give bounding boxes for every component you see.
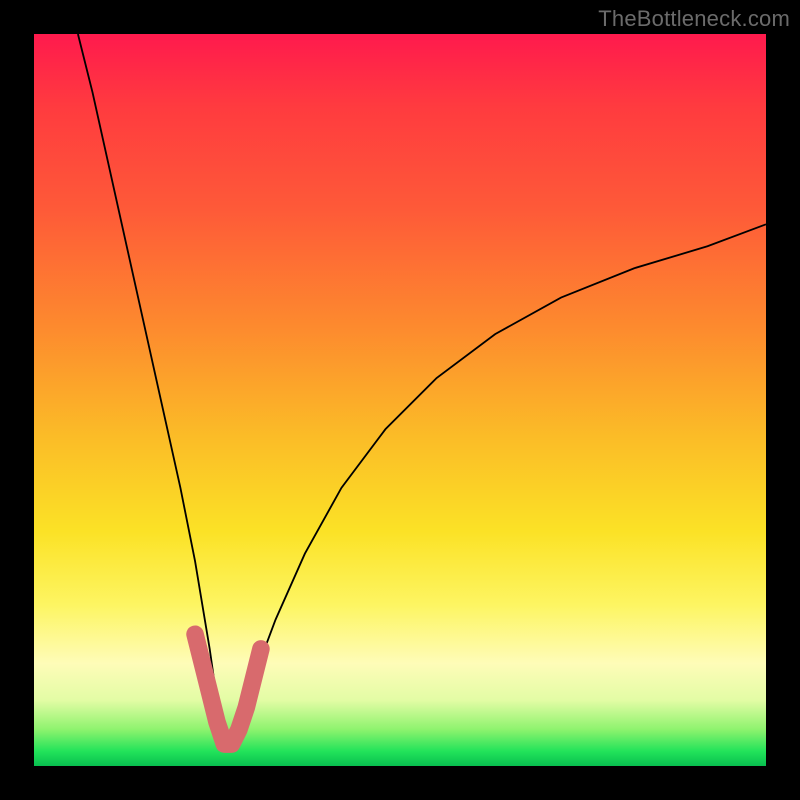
plot-area [34,34,766,766]
chart-frame: TheBottleneck.com [0,0,800,800]
curve-svg [34,34,766,766]
bottleneck-curve [78,34,766,744]
watermark-text: TheBottleneck.com [598,6,790,32]
accent-band [195,634,261,744]
